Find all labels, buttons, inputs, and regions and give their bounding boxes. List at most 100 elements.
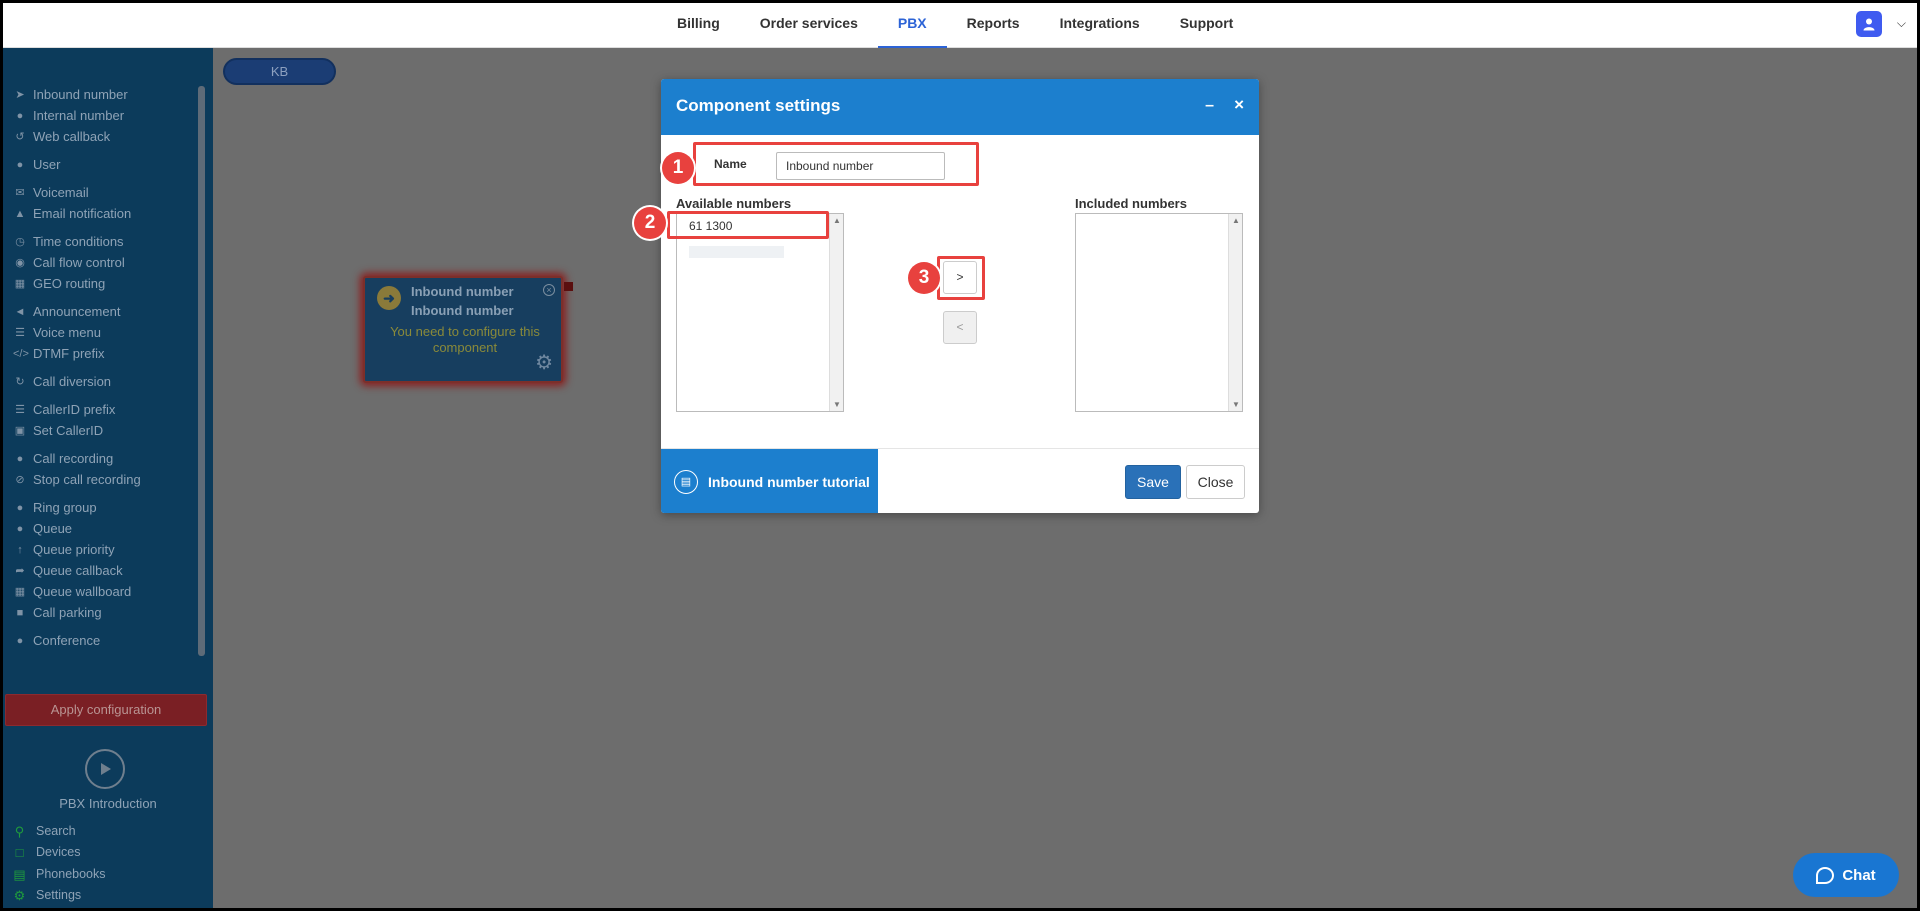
gear-icon[interactable]: ⚙ xyxy=(535,350,553,375)
sidebar-item-voice-menu[interactable]: ☰ Voice menu xyxy=(13,322,198,343)
node-warning-message: You need to configure this component xyxy=(390,324,540,355)
sidebar-item-call-recording[interactable]: ● Call recording xyxy=(13,448,198,469)
nav-billing[interactable]: Billing xyxy=(657,0,740,48)
chevron-down-icon[interactable]: ⌵ xyxy=(1897,16,1906,31)
sidebar-item-geo-routing[interactable]: ▦ GEO routing xyxy=(13,273,198,294)
dialog-header: Component settings – × xyxy=(661,79,1259,135)
table-icon: ▦ xyxy=(14,586,26,598)
user-icon: ● xyxy=(16,158,24,171)
sidebar-item-announcement[interactable]: ◄ Announcement xyxy=(13,301,198,322)
sidebar-item-time-conditions[interactable]: ◷ Time conditions xyxy=(13,231,198,252)
sidebar-item-queue[interactable]: ● Queue xyxy=(13,518,198,539)
chat-bubble-icon xyxy=(1816,866,1835,884)
toggle-icon: ◉ xyxy=(15,257,25,269)
close-icon[interactable]: × xyxy=(1234,95,1244,115)
sidebar-item-dtmf-prefix[interactable]: </> DTMF prefix xyxy=(13,343,198,364)
close-button[interactable]: Close xyxy=(1186,465,1245,499)
sidebar-link-search[interactable]: ⚲ Search xyxy=(11,820,106,842)
pbx-introduction-play-button[interactable] xyxy=(85,749,125,789)
move-left-button[interactable]: < xyxy=(943,311,977,344)
user-plus-icon: ● xyxy=(16,522,24,535)
step-badge-3: 3 xyxy=(908,262,940,294)
code-icon: </> xyxy=(13,347,29,360)
node-close-icon[interactable]: × xyxy=(543,284,555,296)
sidebar-bottom-links: ⚲ Search □ Devices ▤ Phonebooks ⚙ Settings xyxy=(11,820,106,907)
included-numbers-label: Included numbers xyxy=(1075,196,1187,211)
play-icon xyxy=(101,763,111,775)
user-icon xyxy=(1863,18,1875,31)
sidebar-item-call-diversion[interactable]: ↻ Call diversion xyxy=(13,371,198,392)
sidebar-scrollbar[interactable] xyxy=(198,86,205,656)
arrow-right-circle-icon: ➜ xyxy=(377,286,401,310)
chat-button[interactable]: Chat xyxy=(1793,853,1899,897)
sidebar-item-call-flow-control[interactable]: ◉ Call flow control xyxy=(13,252,198,273)
sidebar-item-stop-call-recording[interactable]: ⊘ Stop call recording xyxy=(13,469,198,490)
nav-integrations[interactable]: Integrations xyxy=(1040,0,1160,48)
scroll-up-icon[interactable]: ▲ xyxy=(1232,216,1240,225)
id-card-icon: ▣ xyxy=(14,425,26,437)
undo-icon: ↺ xyxy=(15,131,25,143)
book-icon: ▤ xyxy=(13,866,26,882)
list-icon: ☰ xyxy=(15,404,25,416)
sidebar-item-set-callerid[interactable]: ▣ Set CallerID xyxy=(13,420,198,441)
included-numbers-list[interactable]: ▲ ▼ xyxy=(1075,213,1243,412)
step-badge-1: 1 xyxy=(662,152,694,184)
sidebar-item-call-parking[interactable]: ■ Call parking xyxy=(13,602,198,623)
scroll-down-icon[interactable]: ▼ xyxy=(1232,400,1240,409)
sitemap-icon: ▦ xyxy=(14,278,26,290)
available-numbers-label: Available numbers xyxy=(676,196,792,211)
inbound-number-node[interactable]: ➜ Inbound number Inbound number × You ne… xyxy=(363,276,563,383)
arrow-up-icon: ↑ xyxy=(17,543,23,556)
nav-support[interactable]: Support xyxy=(1160,0,1254,48)
sidebar-item-queue-priority[interactable]: ↑ Queue priority xyxy=(13,539,198,560)
sidebar-item-queue-wallboard[interactable]: ▦ Queue wallboard xyxy=(13,581,198,602)
sidebar-item-queue-callback[interactable]: ➦ Queue callback xyxy=(13,560,198,581)
map-pin-icon: ● xyxy=(16,109,24,122)
nav-order-services[interactable]: Order services xyxy=(740,0,878,48)
user-avatar-button[interactable] xyxy=(1856,11,1882,37)
sidebar-item-ring-group[interactable]: ● Ring group xyxy=(13,497,198,518)
save-button[interactable]: Save xyxy=(1125,465,1181,499)
sidebar-link-devices[interactable]: □ Devices xyxy=(11,842,106,864)
sidebar-link-settings[interactable]: ⚙ Settings xyxy=(11,885,106,907)
scroll-up-icon[interactable]: ▲ xyxy=(833,216,841,225)
comments-icon: ● xyxy=(16,634,24,647)
list-scrollbar[interactable]: ▲ ▼ xyxy=(829,214,843,411)
share-icon: ➦ xyxy=(15,565,25,577)
blurred-list-item xyxy=(689,246,784,258)
users-icon: ● xyxy=(16,501,24,514)
available-numbers-list[interactable]: 61 1300 ▲ ▼ xyxy=(676,213,844,412)
sidebar-item-callerid-prefix[interactable]: ☰ CallerID prefix xyxy=(13,399,198,420)
dialog-footer: ▤ Inbound number tutorial Save Close xyxy=(661,448,1259,513)
search-icon: ⚲ xyxy=(14,823,25,839)
nav-pbx[interactable]: PBX xyxy=(877,0,947,48)
sidebar-item-user[interactable]: ● User xyxy=(13,154,198,175)
redo-icon: ↻ xyxy=(15,376,25,388)
sidebar-item-conference[interactable]: ● Conference xyxy=(13,630,198,651)
envelope-icon: ✉ xyxy=(15,187,25,199)
apply-configuration-button[interactable]: Apply configuration xyxy=(5,694,207,726)
gear-icon: ⚙ xyxy=(13,888,26,904)
nav-reports[interactable]: Reports xyxy=(947,0,1040,48)
sidebar-item-email-notification[interactable]: ▲ Email notification xyxy=(13,203,198,224)
highlight-available-number xyxy=(667,211,829,239)
monitor-icon: □ xyxy=(15,845,24,861)
sidebar-link-phonebooks[interactable]: ▤ Phonebooks xyxy=(11,863,105,885)
microphone-slash-icon: ⊘ xyxy=(15,474,25,486)
minimize-icon[interactable]: – xyxy=(1205,97,1214,115)
node-output-port[interactable] xyxy=(564,282,573,291)
sidebar-item-web-callback[interactable]: ↺ Web callback xyxy=(13,126,198,147)
kb-button[interactable]: KB xyxy=(223,58,336,85)
clock-icon: ◷ xyxy=(15,236,25,248)
list-icon: ☰ xyxy=(15,327,25,339)
parking-icon: ■ xyxy=(16,606,24,619)
sidebar-item-inbound-number[interactable]: ➤ Inbound number xyxy=(13,84,198,105)
highlight-move-right xyxy=(937,256,985,300)
scroll-down-icon[interactable]: ▼ xyxy=(833,400,841,409)
sidebar-item-voicemail[interactable]: ✉ Voicemail xyxy=(13,182,198,203)
dialog-title: Component settings xyxy=(676,96,841,115)
tutorial-link[interactable]: ▤ Inbound number tutorial xyxy=(661,449,878,513)
list-scrollbar[interactable]: ▲ ▼ xyxy=(1228,214,1242,411)
sidebar-item-internal-number[interactable]: ● Internal number xyxy=(13,105,198,126)
component-list: ➤ Inbound number ● Internal number ↺ Web ca… xyxy=(13,84,198,651)
